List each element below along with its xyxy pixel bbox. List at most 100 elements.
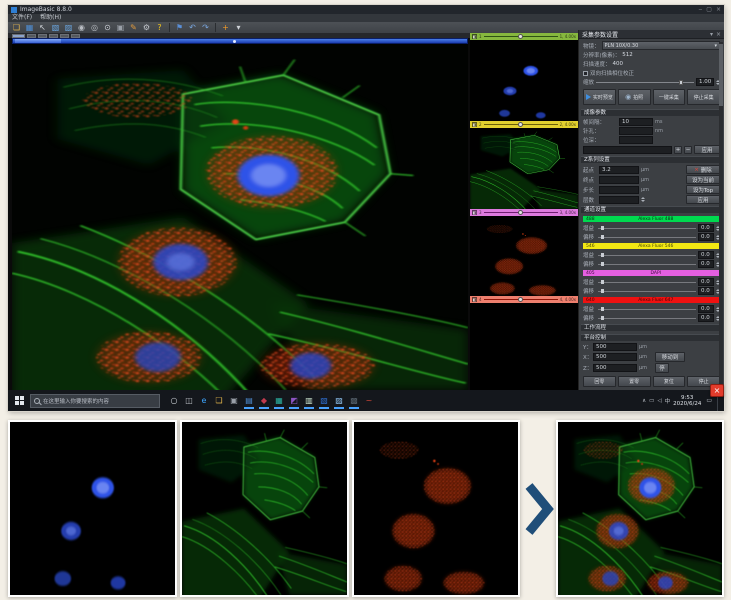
taskbar-clock[interactable]: 9:53 2020/6/24 bbox=[673, 395, 701, 407]
stage-z-input[interactable]: 500 bbox=[593, 364, 637, 372]
stage-reset-button[interactable]: 复位 bbox=[653, 376, 686, 387]
slider-knob[interactable] bbox=[518, 122, 523, 127]
floating-close-button[interactable]: × bbox=[710, 384, 724, 397]
taskbar-search[interactable]: 在这里输入你要搜索的内容 bbox=[30, 394, 160, 408]
scan-section-header[interactable]: 成像参数 bbox=[581, 109, 722, 116]
close-icon[interactable]: × bbox=[716, 5, 721, 14]
gain-input[interactable]: 0.0 bbox=[698, 305, 714, 313]
channel-2-color-bar[interactable]: 546 Alexa Fluor 546 bbox=[583, 243, 720, 249]
stage-x-input[interactable]: 500 bbox=[593, 353, 637, 361]
preset-add-button[interactable]: + bbox=[674, 146, 682, 154]
z-start-input[interactable]: 3.2 bbox=[599, 166, 639, 174]
settings-gear-icon[interactable]: ⚙ bbox=[141, 23, 152, 33]
phase-correction-checkbox[interactable] bbox=[583, 71, 588, 76]
panel-collapse-icon[interactable]: ▾ bbox=[710, 31, 713, 38]
z-section-header[interactable]: Z系列设置 bbox=[581, 156, 722, 163]
slider-knob[interactable] bbox=[518, 34, 523, 39]
z-delete-button[interactable]: × 删除 bbox=[686, 165, 720, 174]
camera-icon[interactable]: ◎ bbox=[89, 23, 100, 33]
channel-2-slider[interactable]: ◧ 2 2, 4.00x bbox=[470, 121, 578, 128]
tray-volume-icon[interactable]: ◁ bbox=[657, 398, 661, 404]
undo-icon[interactable]: ↶ bbox=[187, 23, 198, 33]
file-explorer-icon[interactable]: ❏ bbox=[213, 392, 225, 409]
exposure-input[interactable]: 10 bbox=[619, 118, 653, 126]
z-count-input[interactable] bbox=[599, 196, 639, 204]
stage-y-input[interactable]: 500 bbox=[593, 343, 637, 351]
live-preview-button[interactable]: 实时预览 bbox=[583, 89, 616, 105]
slider-knob[interactable] bbox=[601, 307, 605, 311]
objective-dropdown[interactable]: PLN 10X/0.30 ▾ bbox=[602, 41, 720, 50]
image-app-icon[interactable]: ▨ bbox=[333, 392, 345, 409]
image-tiles-icon[interactable]: ▨ bbox=[63, 23, 74, 33]
gain-slider[interactable] bbox=[598, 309, 696, 310]
help-icon[interactable]: ? bbox=[154, 23, 165, 33]
offset-slider[interactable] bbox=[598, 291, 696, 292]
start-button[interactable] bbox=[10, 390, 28, 411]
offset-input[interactable]: 0.0 bbox=[698, 314, 714, 322]
scrollbar-thumb[interactable] bbox=[15, 39, 61, 43]
slider-knob[interactable] bbox=[601, 289, 605, 293]
preset-dropdown[interactable] bbox=[583, 146, 672, 154]
preset-remove-button[interactable]: − bbox=[684, 146, 692, 154]
view-tab[interactable] bbox=[60, 34, 69, 38]
main-image-viewport[interactable] bbox=[12, 44, 468, 390]
maximize-icon[interactable]: ▢ bbox=[706, 5, 712, 14]
depth-input[interactable] bbox=[619, 136, 653, 144]
view-tab[interactable] bbox=[49, 34, 58, 38]
stage-zero-button[interactable]: 置零 bbox=[618, 376, 651, 387]
add-crosshair-icon[interactable]: + bbox=[220, 23, 231, 33]
scrollbar-thumb[interactable] bbox=[719, 44, 723, 106]
zoom-slider[interactable] bbox=[596, 82, 694, 83]
panel-scrollbar[interactable] bbox=[719, 42, 723, 386]
image-icon[interactable]: ▧ bbox=[50, 23, 61, 33]
annotate-pen-icon[interactable]: ✎ bbox=[128, 23, 139, 33]
slider-knob[interactable] bbox=[518, 210, 523, 215]
view-tab[interactable] bbox=[71, 34, 80, 38]
z-end-input[interactable] bbox=[599, 176, 639, 184]
channel-1-color-bar[interactable]: 488 Alexa Fluor 488 bbox=[583, 216, 720, 222]
save-icon[interactable]: ▦ bbox=[24, 23, 35, 33]
menu-help[interactable]: 帮助(H) bbox=[40, 14, 61, 22]
task-view-icon[interactable]: ◫ bbox=[183, 392, 195, 409]
slider-track[interactable] bbox=[484, 299, 558, 300]
panel-close-icon[interactable]: × bbox=[716, 31, 721, 38]
pinned-app-icon[interactable]: ▥ bbox=[303, 392, 315, 409]
z-step-input[interactable] bbox=[599, 186, 639, 194]
gain-input[interactable]: 0.0 bbox=[698, 224, 714, 232]
pointer-icon[interactable]: ↖ bbox=[37, 23, 48, 33]
offset-input[interactable]: 0.0 bbox=[698, 287, 714, 295]
minimize-icon[interactable]: ‒ bbox=[698, 5, 702, 14]
single-scan-button[interactable]: 一键采集 bbox=[653, 89, 686, 105]
channel-3-color-bar[interactable]: 405 DAPI bbox=[583, 270, 720, 276]
gain-slider[interactable] bbox=[598, 228, 696, 229]
pinned-app-icon[interactable]: ▧ bbox=[318, 392, 330, 409]
view-tab[interactable] bbox=[12, 34, 25, 38]
channel-4-color-bar[interactable]: 640 Alexa Fluor 647 bbox=[583, 297, 720, 303]
image-app-icon[interactable]: ▩ bbox=[348, 392, 360, 409]
view-tab[interactable] bbox=[38, 34, 47, 38]
slider-track[interactable] bbox=[484, 124, 558, 125]
zoom-value-input[interactable]: 1.00 bbox=[696, 78, 714, 86]
pinned-app-icon[interactable]: ◆ bbox=[258, 392, 270, 409]
slider-knob[interactable] bbox=[679, 80, 683, 85]
tray-ime-icon[interactable]: 中 bbox=[665, 397, 671, 405]
offset-slider[interactable] bbox=[598, 264, 696, 265]
snap-button[interactable]: ◉ 拍照 bbox=[618, 89, 651, 105]
redo-icon[interactable]: ↷ bbox=[200, 23, 211, 33]
z-set-current-button[interactable]: 设为当前 bbox=[686, 175, 720, 184]
stop-scan-button[interactable]: 停止采集 bbox=[687, 89, 720, 105]
slider-knob[interactable] bbox=[601, 253, 605, 257]
slider-track[interactable] bbox=[484, 36, 558, 37]
notification-center-icon[interactable]: ▭ bbox=[706, 397, 712, 404]
gain-input[interactable]: 0.0 bbox=[698, 251, 714, 259]
preset-apply-button[interactable]: 应用 bbox=[694, 145, 720, 154]
slider-track[interactable] bbox=[484, 212, 558, 213]
z-apply-button[interactable]: 应用 bbox=[686, 195, 720, 204]
menu-file[interactable]: 文件(F) bbox=[12, 14, 32, 22]
tray-expand-icon[interactable]: ∧ bbox=[642, 398, 646, 404]
gain-slider[interactable] bbox=[598, 255, 696, 256]
channel-visibility-icon[interactable]: ◧ bbox=[472, 297, 477, 302]
chevron-down-icon[interactable]: ▾ bbox=[233, 23, 244, 33]
channel-section-header[interactable]: 通道设置 bbox=[581, 206, 722, 213]
layout-icon[interactable]: ▣ bbox=[115, 23, 126, 33]
